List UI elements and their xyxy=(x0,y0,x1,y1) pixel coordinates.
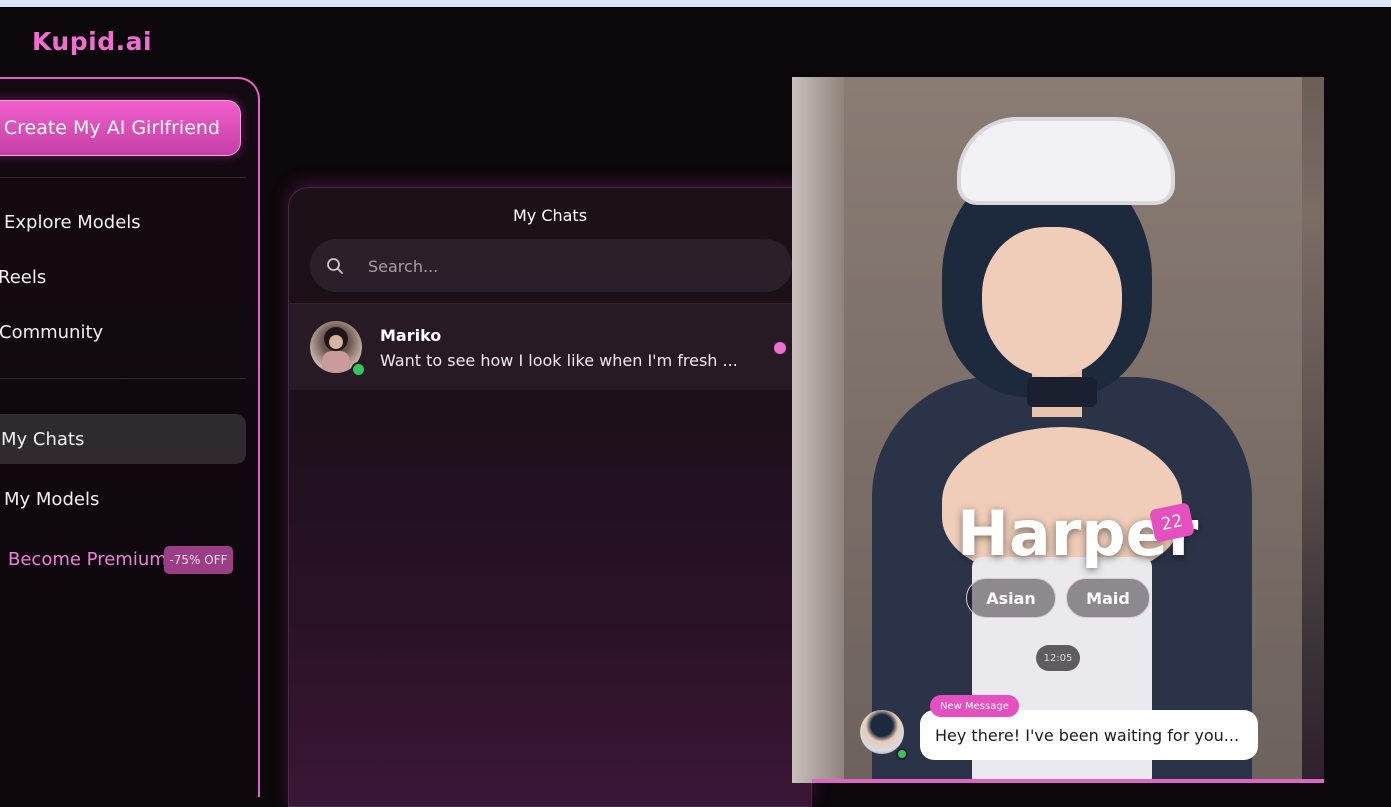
sidebar-item-my-chats[interactable]: My Chats xyxy=(1,429,84,450)
discount-badge: -75% OFF xyxy=(164,546,233,574)
sidebar-item-reels[interactable]: Reels xyxy=(0,267,46,288)
model-image xyxy=(1027,377,1097,407)
background-image xyxy=(792,77,844,783)
chat-list-item[interactable]: Mariko Want to see how I look like when … xyxy=(289,303,811,390)
tag-maid[interactable]: Maid xyxy=(1066,578,1150,618)
model-image xyxy=(957,117,1175,205)
sidebar-item-community[interactable]: Community xyxy=(0,322,103,343)
model-card[interactable]: Harper 22 Asian Maid 12:05 Hey there! I'… xyxy=(792,77,1324,783)
sidebar-item-my-models[interactable]: My Models xyxy=(4,489,99,510)
app-logo[interactable]: Kupid.ai xyxy=(32,27,152,56)
search-icon xyxy=(327,258,343,274)
become-premium-link[interactable]: Become Premium xyxy=(8,549,167,570)
sidebar-divider xyxy=(0,378,246,379)
browser-top-strip xyxy=(0,0,1391,7)
sidebar-item-explore-models[interactable]: Explore Models xyxy=(4,212,141,233)
message-bubble[interactable]: Hey there! I've been waiting for you... xyxy=(920,710,1258,760)
chat-name: Mariko xyxy=(380,326,442,345)
tag-asian[interactable]: Asian xyxy=(966,578,1056,618)
chats-title: My Chats xyxy=(512,206,588,225)
search-bar[interactable] xyxy=(310,239,792,292)
create-girlfriend-button[interactable]: Create My AI Girlfriend xyxy=(0,100,241,156)
search-input[interactable] xyxy=(366,253,770,279)
unread-indicator xyxy=(774,342,786,354)
card-accent-line xyxy=(812,779,1324,783)
online-indicator xyxy=(351,362,366,377)
chat-preview: Want to see how I look like when I'm fre… xyxy=(380,351,738,370)
model-image xyxy=(982,227,1122,377)
chats-panel: My Chats Mariko Want to see how I look l… xyxy=(288,187,812,807)
online-indicator xyxy=(896,748,908,760)
message-timestamp: 12:05 xyxy=(1036,645,1080,671)
sidebar-divider xyxy=(0,177,246,178)
new-message-badge: New Message xyxy=(930,695,1019,717)
avatar xyxy=(860,710,904,754)
